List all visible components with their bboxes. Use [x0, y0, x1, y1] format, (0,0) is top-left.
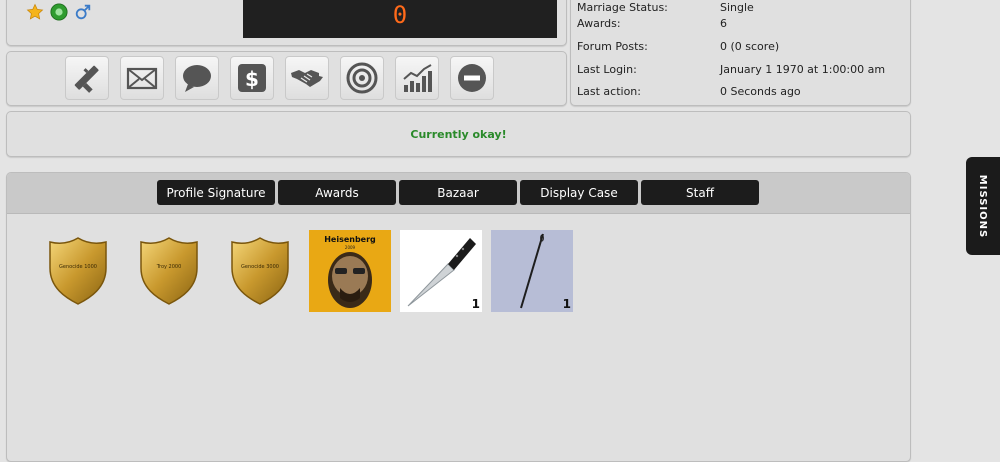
- info-value: 6: [720, 17, 727, 30]
- gun-icon: [74, 65, 99, 93]
- medal-text: Genocide 3000: [241, 264, 279, 270]
- envelope-icon: [126, 67, 158, 90]
- status-panel: Currently okay!: [6, 111, 911, 157]
- display-item[interactable]: 1: [400, 230, 482, 312]
- knife-image: [407, 238, 476, 307]
- bounty-button[interactable]: [340, 56, 384, 100]
- attack-button[interactable]: [65, 56, 109, 100]
- shield-medal-icon: Genocide 3000: [231, 237, 289, 305]
- info-label: Marriage Status:: [577, 1, 668, 14]
- bar-chart-icon: [403, 64, 432, 92]
- tab-staff[interactable]: Staff: [641, 180, 759, 205]
- target-icon: [346, 62, 378, 94]
- status-icons: [26, 3, 92, 21]
- profile-tabs-panel: Profile Signature Awards Bazaar Display …: [6, 172, 911, 462]
- medal-item[interactable]: Genocide 3000: [219, 230, 301, 312]
- info-label: Forum Posts:: [577, 40, 648, 53]
- send-money-button[interactable]: $: [230, 56, 274, 100]
- medal-text: Genocide 1000: [59, 264, 97, 270]
- missions-label: MISSIONS: [977, 174, 989, 238]
- info-label: Awards:: [577, 17, 621, 30]
- display-item[interactable]: Heisenberg 2009: [309, 230, 391, 312]
- item-quantity: 1: [562, 297, 571, 311]
- action-buttons-panel: $: [6, 51, 567, 106]
- tab-display-case[interactable]: Display Case: [520, 180, 638, 205]
- medal-item[interactable]: Troy 2000: [128, 230, 210, 312]
- info-value: 0 (0 score): [720, 40, 780, 53]
- medal-text: Troy 2000: [156, 264, 182, 270]
- status-message: Currently okay!: [410, 128, 507, 141]
- profile-header-panel: 0: [6, 0, 567, 46]
- counter-display: 0: [243, 0, 557, 38]
- display-item[interactable]: 1: [491, 230, 573, 312]
- star-icon: [26, 3, 44, 21]
- chat-button[interactable]: [175, 56, 219, 100]
- tab-bar: Profile Signature Awards Bazaar Display …: [7, 173, 910, 214]
- svg-text:Heisenberg: Heisenberg: [324, 235, 376, 244]
- item-quantity: 1: [471, 297, 480, 311]
- info-label: Last Login:: [577, 63, 637, 76]
- profile-info-panel: Marriage Status: Single Awards: 6 Forum …: [570, 0, 911, 106]
- tab-profile-signature[interactable]: Profile Signature: [157, 180, 275, 205]
- info-label: Last action:: [577, 85, 641, 98]
- svg-text:$: $: [245, 67, 259, 91]
- dollar-icon: $: [238, 64, 266, 92]
- minus-circle-icon: [458, 64, 486, 92]
- stats-button[interactable]: [395, 56, 439, 100]
- info-value: 0 Seconds ago: [720, 85, 801, 98]
- chat-bubble-icon: [183, 65, 211, 92]
- tab-awards[interactable]: Awards: [278, 180, 396, 205]
- heisenberg-poster-image: Heisenberg 2009: [309, 230, 391, 312]
- svg-text:2009: 2009: [345, 245, 356, 250]
- shield-medal-icon: Genocide 1000: [49, 237, 107, 305]
- shield-medal-icon: Troy 2000: [140, 237, 198, 305]
- info-value: Single: [720, 1, 754, 14]
- medal-item[interactable]: Genocide 1000: [37, 230, 119, 312]
- info-value: January 1 1970 at 1:00:00 am: [720, 63, 886, 76]
- online-icon: [50, 3, 68, 21]
- block-button[interactable]: [450, 56, 494, 100]
- handshake-icon: [291, 70, 323, 87]
- send-message-button[interactable]: [120, 56, 164, 100]
- needle-image: [520, 233, 544, 309]
- male-gender-icon: [74, 3, 92, 21]
- tab-bazaar[interactable]: Bazaar: [399, 180, 517, 205]
- trade-button[interactable]: [285, 56, 329, 100]
- missions-tab[interactable]: MISSIONS: [966, 157, 1000, 255]
